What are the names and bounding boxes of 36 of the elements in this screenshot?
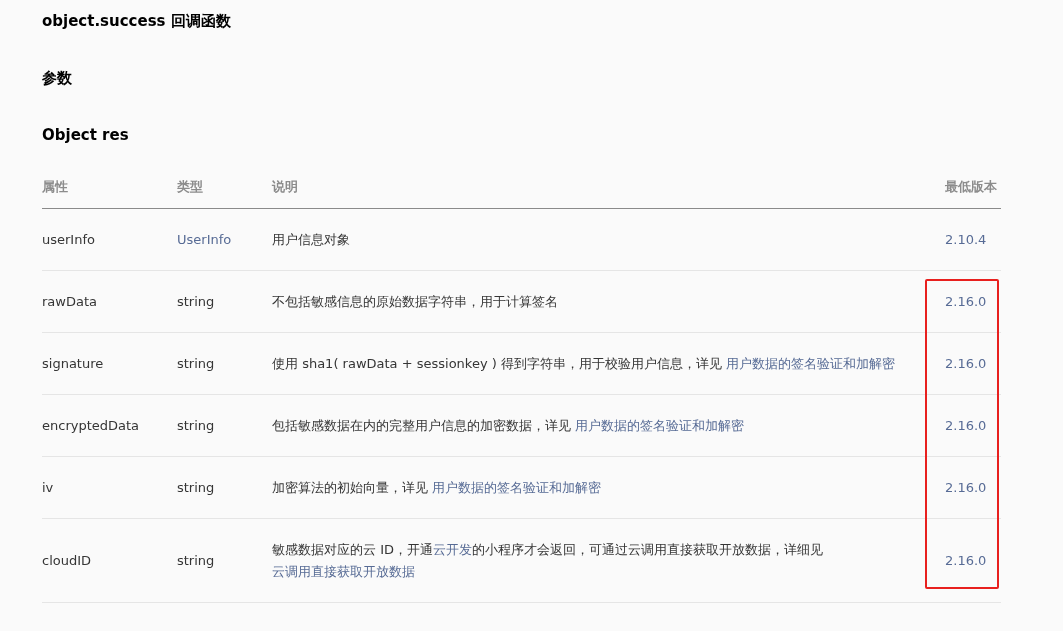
description-text: 加密算法的初始向量，详见 用户数据的签名验证和加解密: [272, 479, 603, 497]
table-cell-text: userInfo: [42, 231, 96, 249]
table-cell-text: signature: [42, 355, 105, 373]
doc-link[interactable]: 云开发: [433, 542, 472, 557]
table-cell-text: string: [177, 417, 216, 435]
description-text: 用户信息对象: [272, 231, 351, 249]
section-heading: object.success 回调函数: [42, 11, 232, 32]
section-heading: 参数: [42, 68, 73, 89]
table-cell-text: string: [177, 552, 216, 570]
doc-link[interactable]: 云调用直接获取开放数据: [272, 564, 415, 579]
description-text: 不包括敏感信息的原始数据字符串，用于计算签名: [272, 293, 559, 311]
version-link[interactable]: 2.16.0: [945, 480, 987, 495]
column-header: 属性: [42, 178, 69, 196]
doc-link[interactable]: 用户数据的签名验证和加解密: [432, 480, 602, 495]
column-header: 类型: [177, 178, 204, 196]
version-link[interactable]: 2.16.0: [945, 553, 987, 568]
version-link[interactable]: 2.16.0: [945, 294, 987, 309]
table-cell-text: iv: [42, 479, 55, 497]
version-link[interactable]: 2.16.0: [945, 356, 987, 371]
description-text: 包括敏感数据在内的完整用户信息的加密数据，详见 用户数据的签名验证和加解密: [272, 417, 746, 435]
version-link[interactable]: 2.16.0: [945, 418, 987, 433]
table-cell-text: rawData: [42, 293, 98, 311]
table-cell-text: string: [177, 479, 216, 497]
table-cell-text: encryptedData: [42, 417, 141, 435]
description-text: 使用 sha1( rawData + sessionkey ) 得到字符串，用于校验用户信息，详见 用户数据的签名验证和加解密: [272, 355, 897, 373]
description-text: 敏感数据对应的云 ID，开通云开发的小程序才会返回，可通过云调用直接获取开放数据，详细见 云调用直接获取开放数据: [272, 541, 824, 581]
version-link[interactable]: 2.10.4: [945, 232, 987, 247]
doc-link[interactable]: 用户数据的签名验证和加解密: [575, 418, 745, 433]
section-heading: Object res: [42, 125, 130, 146]
table-cell-text: string: [177, 355, 216, 373]
column-header: 说明: [272, 178, 299, 196]
type-link[interactable]: UserInfo: [177, 232, 232, 247]
column-header: 最低版本: [945, 178, 998, 196]
table-cell-text: cloudID: [42, 552, 93, 570]
doc-link[interactable]: 用户数据的签名验证和加解密: [726, 356, 896, 371]
table-cell-text: string: [177, 293, 216, 311]
